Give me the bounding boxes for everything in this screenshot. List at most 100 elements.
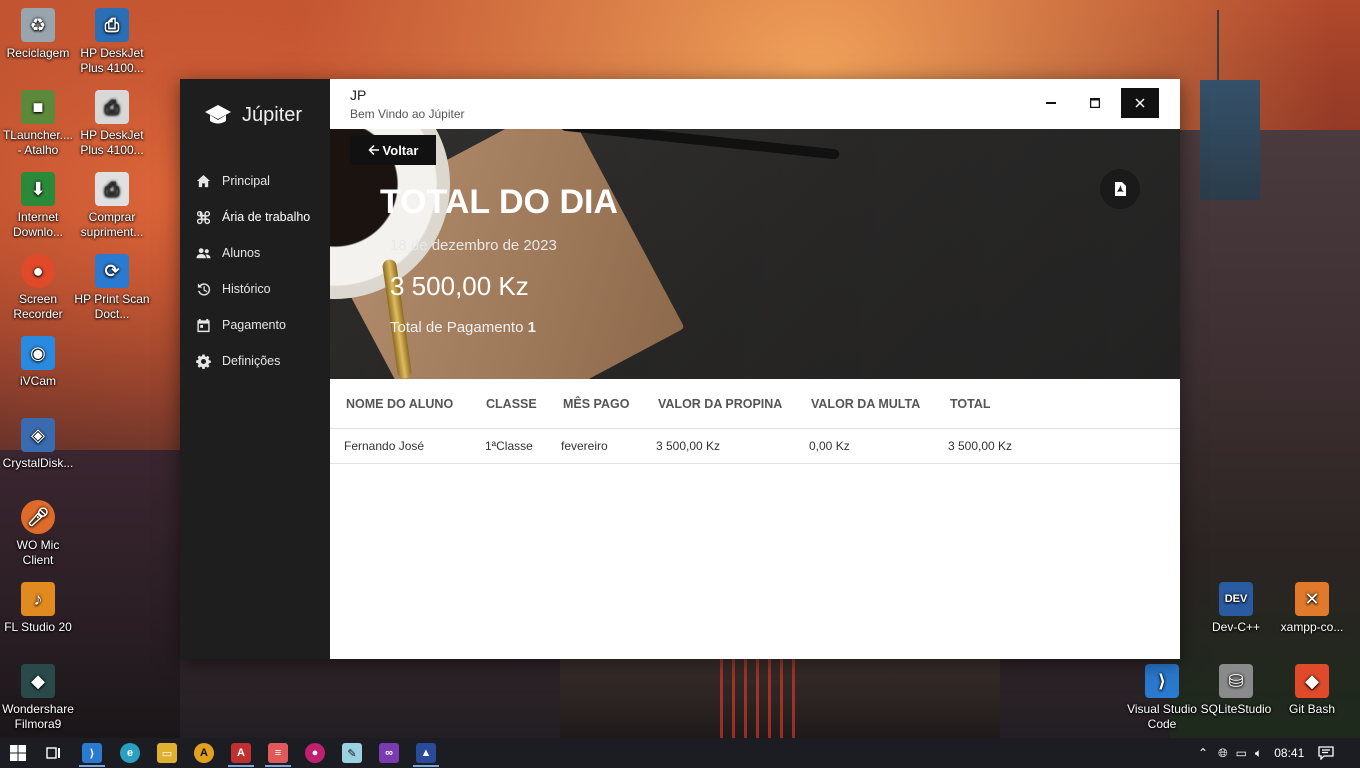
sidebar-item-historico[interactable]: Histórico	[196, 271, 330, 307]
notification-center[interactable]	[1318, 738, 1334, 768]
desktop-icon-fl-studio[interactable]: ♪ FL Studio 20	[0, 582, 76, 635]
cell-month-paid: fevereiro	[561, 439, 608, 453]
column-header: VALOR DA PROPINA	[658, 396, 783, 411]
edge-icon[interactable]: e	[120, 743, 140, 763]
download-manager-icon: ⬇	[21, 172, 55, 206]
window-subtitle: Bem Vindo ao Júpiter	[350, 107, 465, 121]
scan-icon: ⟳	[95, 254, 129, 288]
pdf-file-icon	[1115, 182, 1126, 196]
close-icon	[1135, 98, 1145, 108]
desktop-icon-crystaldisk[interactable]: ◈ CrystalDisk...	[0, 418, 76, 471]
minimize-icon	[1046, 102, 1056, 104]
maximize-button[interactable]	[1076, 88, 1114, 118]
jupiter-app-window: Júpiter Principal Ária de trabalho Aluno…	[180, 79, 1180, 659]
people-icon	[196, 247, 211, 258]
sidebar-item-label: Ária de trabalho	[222, 210, 311, 224]
desktop-icon-ivcam[interactable]: ◉ iVCam	[0, 336, 76, 389]
desktop-icon-sqlitestudio[interactable]: ⛁ SQLiteStudio	[1198, 664, 1274, 717]
git-icon: ◆	[1295, 664, 1329, 698]
devcpp-icon: DEV	[1219, 582, 1253, 616]
sidebar-item-definicoes[interactable]: Definições	[196, 343, 330, 379]
layers-icon[interactable]: ≡	[268, 743, 288, 763]
desktop-icon-hp-deskjet-2[interactable]: ⎙ HP DeskJet Plus 4100...	[74, 90, 150, 158]
clock-time[interactable]: 08:41	[1274, 746, 1304, 760]
notepad-icon[interactable]: ✎	[342, 743, 362, 763]
desktop-icon-comprar[interactable]: ⎙ Comprar supriment...	[74, 172, 150, 240]
column-header: VALOR DA MULTA	[811, 396, 921, 411]
desktop-icon-hp-deskjet-1[interactable]: ⎙ HP DeskJet Plus 4100...	[74, 8, 150, 76]
vscode-icon[interactable]: ⟩	[82, 743, 102, 763]
cell-fine-value: 0,00 Kz	[809, 439, 850, 453]
history-icon	[197, 282, 211, 296]
column-header: TOTAL	[950, 396, 991, 411]
sidebar-item-principal[interactable]: Principal	[196, 163, 330, 199]
globe-icon[interactable]: 🌐︎	[1218, 746, 1228, 761]
media-icon[interactable]: ●	[305, 743, 325, 763]
table-row[interactable]: Fernando José 1ªClasse fevereiro 3 500,0…	[330, 429, 1180, 464]
task-view-icon[interactable]	[44, 743, 64, 763]
disk-icon: ◈	[21, 418, 55, 452]
total-amount: 3 500,00 Kz	[390, 271, 529, 301]
brand-name: Júpiter	[242, 103, 303, 126]
monitor-icon[interactable]: ▭	[1236, 746, 1247, 760]
sidebar-item-alunos[interactable]: Alunos	[196, 235, 330, 271]
app-icon[interactable]: ▲	[416, 743, 436, 763]
arrow-left-icon	[367, 144, 379, 156]
printer-icon: ⎙	[95, 90, 129, 124]
sidebar-item-label: Alunos	[222, 246, 261, 260]
sidebar: Júpiter Principal Ária de trabalho Aluno…	[180, 79, 330, 659]
sidebar-item-label: Pagamento	[222, 318, 286, 332]
system-tray: ⌃ 🌐︎ ▭ 🔈︎ 08:41	[1198, 738, 1304, 768]
desktop-icon-hp-print-scan[interactable]: ⟳ HP Print Scan Doct...	[74, 254, 150, 322]
recycle-bin-icon: ♻	[21, 8, 55, 42]
active-indicator	[228, 765, 254, 767]
back-button[interactable]: Voltar	[350, 135, 436, 165]
gear-icon	[196, 353, 211, 369]
file-explorer-icon[interactable]: ▭	[157, 743, 177, 763]
desktop-icon-recycle-bin[interactable]: ♻ Reciclagem	[0, 8, 76, 61]
desktop-icon-tlauncher[interactable]: ■ TLauncher.... - Atalho	[0, 90, 76, 158]
sidebar-item-pagamento[interactable]: Pagamento	[196, 307, 330, 343]
webcam-icon: ◉	[21, 336, 55, 370]
sidebar-nav: Principal Ária de trabalho Alunos Histór…	[196, 163, 330, 379]
desktop-icon-wo-mic[interactable]: 🎤︎ WO Mic Client	[0, 500, 76, 568]
payment-count-value: 1	[527, 319, 536, 336]
visual-studio-icon[interactable]: ∞	[379, 743, 399, 763]
column-header: CLASSE	[486, 396, 537, 411]
desktop-icon-git-bash[interactable]: ◆ Git Bash	[1274, 664, 1350, 717]
graduation-cap-icon	[205, 105, 231, 124]
access-icon[interactable]: A	[231, 743, 251, 763]
vscode-icon: ⟩	[1145, 664, 1179, 698]
active-indicator	[79, 765, 105, 767]
notification-icon	[1318, 746, 1334, 760]
cell-tuition-value: 3 500,00 Kz	[656, 439, 721, 453]
report-date: 18 de dezembro de 2023	[390, 237, 557, 254]
export-pdf-button[interactable]	[1100, 169, 1140, 209]
chevron-up-icon[interactable]: ⌃	[1198, 746, 1208, 760]
minimize-button[interactable]	[1032, 88, 1070, 118]
desktop-icon-screen-recorder[interactable]: ● Screen Recorder	[0, 254, 76, 322]
hero-banner: Voltar TOTAL DO DIA 18 de dezembro de 20…	[330, 129, 1180, 379]
desktop-icon-devcpp[interactable]: DEV Dev-C++	[1198, 582, 1274, 635]
payment-count-label: Total de Pagamento	[390, 319, 524, 336]
calendar-icon	[197, 318, 210, 332]
printer-icon: ⎙	[95, 8, 129, 42]
desktop-icon-xampp[interactable]: ✕ xampp-co...	[1274, 582, 1350, 635]
sidebar-item-area-de-trabalho[interactable]: Ária de trabalho	[196, 199, 330, 235]
desktop-icon-internet-download[interactable]: ⬇ Internet Downlo...	[0, 172, 76, 240]
column-header: NOME DO ALUNO	[346, 396, 454, 411]
xampp-icon: ✕	[1295, 582, 1329, 616]
windows-start-icon[interactable]	[8, 743, 28, 763]
close-button[interactable]	[1121, 88, 1159, 118]
home-icon	[196, 174, 211, 187]
page-title: TOTAL DO DIA	[380, 183, 618, 221]
speaker-icon[interactable]: 🔈︎	[1255, 746, 1262, 761]
taskbar: ⟩ e ▭ A A ≡ ● ✎ ∞ ▲ ⌃ 🌐︎ ▭ 🔈︎ 08:41	[0, 738, 1360, 768]
autocad-icon[interactable]: A	[194, 743, 214, 763]
desktop-icon-vscode[interactable]: ⟩ Visual Studio Code	[1124, 664, 1200, 732]
sidebar-item-label: Principal	[222, 174, 270, 188]
desktop-icon-filmora[interactable]: ◆ Wondershare Filmora9	[0, 664, 76, 732]
cell-total: 3 500,00 Kz	[948, 439, 1013, 453]
fl-studio-icon: ♪	[21, 582, 55, 616]
active-indicator	[265, 765, 291, 767]
